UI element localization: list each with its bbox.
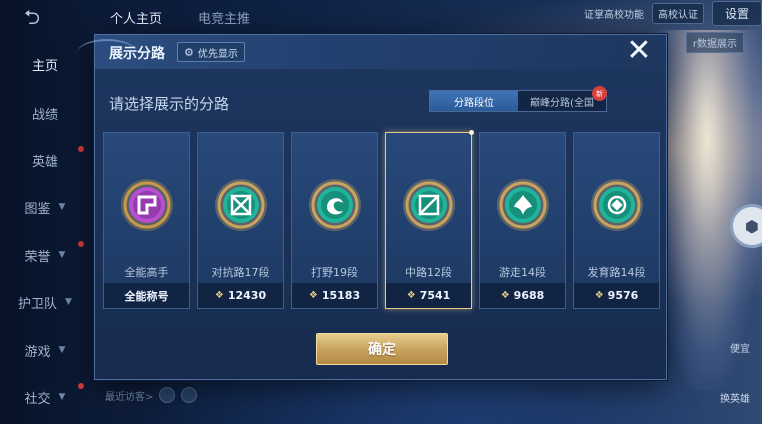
lane-rank-label: 打野19段 <box>311 266 358 279</box>
sidebar-item-label: 社交 <box>24 391 51 407</box>
rank-points-icon: ❖ <box>406 290 416 301</box>
lane-card[interactable]: 打野19段 ❖ 15183 <box>291 132 378 309</box>
campus-badge[interactable]: 高校认证 <box>651 2 704 24</box>
lane-display-dialog: 展示分路 ⚙ 优先显示 ✕ 请选择展示的分路 分路段位 巅峰分路(全国 新 全能… <box>77 34 667 380</box>
stats-display-button[interactable]: r数据展示 <box>685 32 744 53</box>
lane-emblem-icon <box>213 177 269 233</box>
rank-points-value: 15183 <box>321 289 361 302</box>
sidebar-item[interactable]: 社交 ▼ <box>0 377 90 417</box>
sidebar-item-label: 护卫队 <box>18 296 58 312</box>
new-badge: 新 <box>592 86 607 101</box>
sidebar-item-label: 主页 <box>31 58 58 74</box>
sidebar-item[interactable]: 英雄 <box>0 140 90 180</box>
change-hero-label[interactable]: 换英雄 <box>720 390 750 405</box>
chevron-down-icon: ▼ <box>58 345 66 355</box>
notice-text[interactable]: 证掌高校功能 <box>584 6 644 21</box>
tab-esports[interactable]: 电竞主推 <box>198 8 250 27</box>
sidebar-item[interactable]: 护卫队 ▼ <box>0 282 90 322</box>
sidebar-item[interactable]: 图鉴 ▼ <box>0 187 90 227</box>
lane-emblem-icon <box>401 177 457 233</box>
lane-rank-label: 游走14段 <box>499 266 546 279</box>
sidebar-item[interactable]: 荣誉 ▼ <box>0 235 90 275</box>
sidebar-item-label: 图鉴 <box>24 201 51 217</box>
top-tabs: 个人主页 电竞主推 <box>110 0 250 34</box>
chevron-down-icon: ▼ <box>58 250 66 260</box>
visitor-avatar <box>159 387 176 403</box>
sidebar-item[interactable]: 游戏 ▼ <box>0 330 90 370</box>
left-sidebar: ⮌ 主页战绩英雄图鉴 ▼ 荣誉 ▼ 护卫队 ▼ 游戏 ▼ 社交 ▼ <box>0 0 90 424</box>
chevron-down-icon: ▼ <box>65 297 72 307</box>
rank-points-icon: ❖ <box>594 290 604 301</box>
rank-points-value: 12430 <box>227 289 267 302</box>
lane-card[interactable]: 发育路14段 ❖ 9576 <box>573 132 660 309</box>
lane-emblem-icon <box>307 177 363 233</box>
rank-points-value: 9688 <box>513 289 545 302</box>
recent-visitors[interactable]: 最近访客> <box>105 387 198 403</box>
priority-label: 优先显示 <box>197 48 238 60</box>
back-arrow-icon[interactable]: ⮌ <box>24 7 64 27</box>
lane-rank-label: 发育路14段 <box>587 266 646 279</box>
lane-cards: 全能高手 全能称号 对抗路17段 ❖ 12430 打野19段 ❖ 15183 中路12段 ❖ 754… <box>103 130 660 309</box>
dialog-subtitle: 请选择展示的分路 <box>109 95 230 113</box>
priority-display-button[interactable]: ⚙ 优先显示 <box>177 42 245 62</box>
visitor-avatar <box>181 387 198 403</box>
right-label-1[interactable]: 便宜 <box>730 340 750 355</box>
chevron-down-icon: ▼ <box>58 202 66 212</box>
sidebar-item-label: 游戏 <box>24 344 51 360</box>
lane-emblem-icon <box>119 177 175 233</box>
lane-emblem-icon <box>495 177 551 233</box>
lane-card[interactable]: 游走14段 ❖ 9688 <box>479 132 566 309</box>
settings-button[interactable]: 设置 <box>711 0 762 26</box>
lane-card[interactable]: 全能高手 全能称号 <box>103 132 190 309</box>
gear-icon: ⚙ <box>184 45 194 59</box>
toggle-lane-rank[interactable]: 分路段位 <box>430 91 518 111</box>
top-right-bar: 证掌高校功能 高校认证 设置 <box>584 0 762 26</box>
rank-points-value: 7541 <box>419 289 451 302</box>
card-footer: 全能称号 <box>104 283 189 308</box>
lane-card[interactable]: 对抗路17段 ❖ 12430 <box>197 132 284 309</box>
card-footer: ❖ 9688 <box>480 283 565 308</box>
title-label: 全能称号 <box>124 289 169 303</box>
tab-personal-home[interactable]: 个人主页 <box>110 8 162 27</box>
recent-visitors-label: 最近访客> <box>105 391 154 403</box>
rank-points-icon: ❖ <box>214 290 224 301</box>
notification-dot <box>78 241 84 247</box>
notification-dot <box>78 146 84 152</box>
lane-card[interactable]: 中路12段 ❖ 7541 <box>385 130 474 309</box>
lane-rank-label: 对抗路17段 <box>211 266 270 279</box>
card-footer: ❖ 7541 <box>386 283 471 308</box>
sidebar-item[interactable]: 战绩 <box>0 93 90 133</box>
lane-rank-label: 全能高手 <box>124 266 169 279</box>
sidebar-item-label: 英雄 <box>31 154 58 170</box>
notification-dot <box>78 383 84 389</box>
rank-points-icon: ❖ <box>500 290 510 301</box>
lane-rank-label: 中路12段 <box>405 266 452 279</box>
rank-points-value: 9576 <box>607 289 639 302</box>
sidebar-item-label: 荣誉 <box>24 249 51 265</box>
chevron-down-icon: ▼ <box>58 392 66 402</box>
close-icon[interactable]: ✕ <box>624 36 654 67</box>
card-footer: ❖ 15183 <box>292 283 377 308</box>
dialog-title: 展示分路 <box>109 46 165 62</box>
rank-points-icon: ❖ <box>308 290 318 301</box>
rank-type-toggle: 分路段位 巅峰分路(全国 新 <box>429 86 607 112</box>
card-footer: ❖ 9576 <box>574 283 659 308</box>
card-footer: ❖ 12430 <box>198 283 283 308</box>
lane-emblem-icon <box>589 177 645 233</box>
confirm-button[interactable]: 确定 <box>316 333 448 365</box>
sidebar-item-label: 战绩 <box>31 107 58 123</box>
